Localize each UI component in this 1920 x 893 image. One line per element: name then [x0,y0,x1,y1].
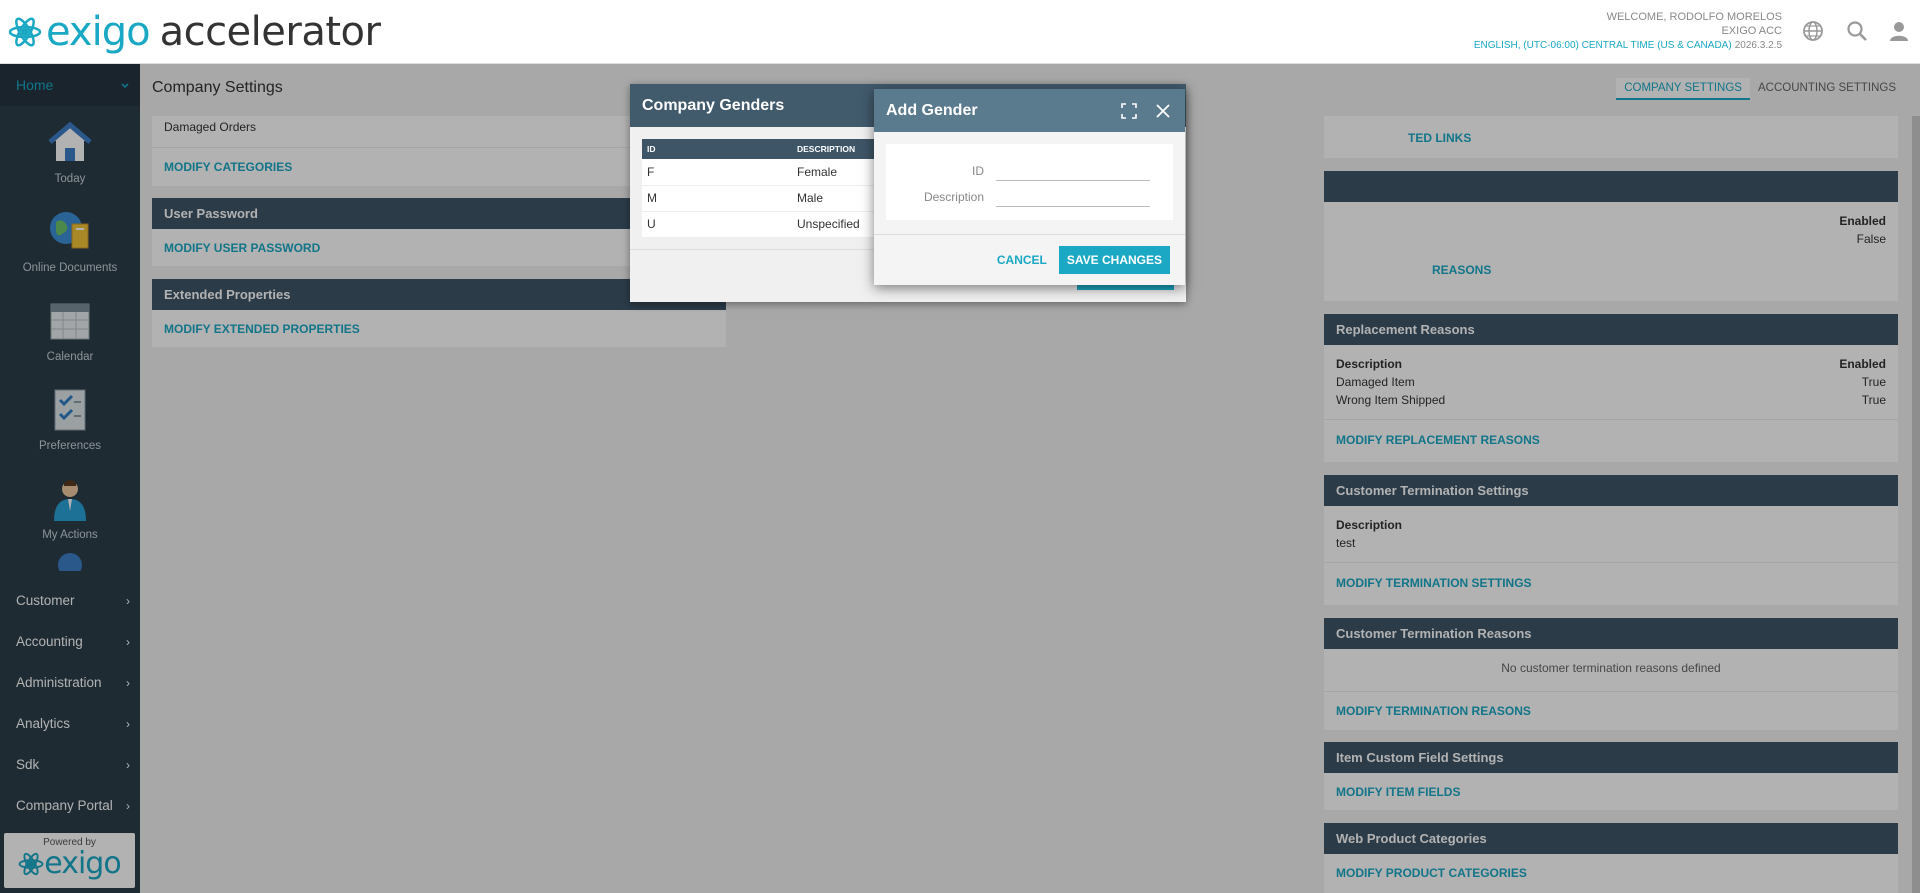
close-icon[interactable] [1153,101,1173,121]
description-input[interactable] [996,187,1150,207]
add-gender-cancel-button[interactable]: CANCEL [989,247,1055,273]
logo-word-accelerator: accelerator [159,9,381,55]
version-text: 2026.3.2.5 [1734,40,1782,51]
add-gender-title: Add Gender [886,101,978,119]
company-name: EXIGO ACC [1721,25,1782,37]
language-timezone-link[interactable]: ENGLISH, (UTC-06:00) CENTRAL TIME (US & … [1474,40,1732,51]
expand-icon[interactable] [1119,101,1139,121]
add-gender-modal: Add Gender ID Description CANCEL SAVE CH… [874,89,1185,285]
logo-word-exigo: exigo [46,9,151,55]
save-changes-button[interactable]: SAVE CHANGES [1058,246,1170,274]
app-header: exigo accelerator WELCOME, RODOLFO MOREL… [0,0,1920,64]
globe-icon[interactable] [1800,18,1826,44]
search-icon[interactable] [1844,18,1870,44]
app-logo[interactable]: exigo accelerator [8,8,381,56]
exigo-logo-icon [8,17,42,47]
add-gender-form: ID Description [886,144,1173,220]
col-id: ID [642,139,792,159]
user-icon[interactable] [1886,18,1912,44]
user-info: WELCOME, RODOLFO MORELOS EXIGO ACC ENGLI… [1474,10,1782,53]
description-label: Description [923,190,984,204]
gender-id: F [642,159,792,186]
id-input[interactable] [996,161,1150,181]
welcome-text: WELCOME, RODOLFO MORELOS [1606,11,1782,23]
gender-id: U [642,211,792,238]
company-genders-title: Company Genders [642,96,785,114]
gender-id: M [642,185,792,212]
id-label: ID [972,164,984,178]
